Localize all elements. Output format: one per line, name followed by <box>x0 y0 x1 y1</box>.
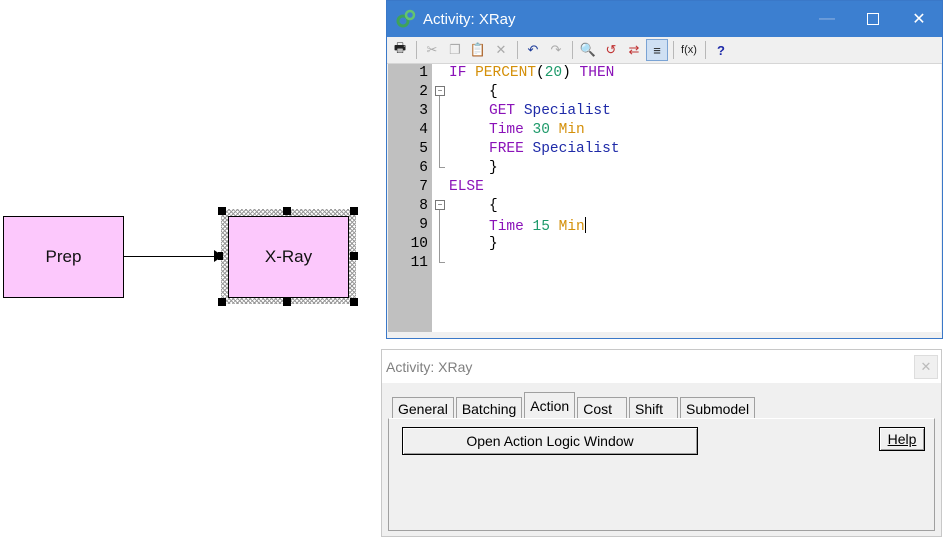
resize-handle-t[interactable] <box>283 207 291 215</box>
tab-action[interactable]: Action <box>524 392 576 419</box>
resize-handle-r[interactable] <box>350 252 358 260</box>
line-number: 7 <box>419 179 428 195</box>
line-number: 1 <box>419 65 428 81</box>
resize-handle-tr[interactable] <box>350 207 358 215</box>
block-xray-label: X-Ray <box>264 247 313 266</box>
maximize-button[interactable] <box>850 1 896 37</box>
activity-dialog: Activity: XRay ✕ General Batching Action… <box>381 349 942 537</box>
redo-icon[interactable]: ↷ <box>545 39 567 61</box>
undo-icon[interactable]: ↶ <box>522 39 544 61</box>
logic-editor-window: Activity: XRay — ✕ 🖶 ✂ ❐ 📋 ✕ ↶ ↷ 🔍 ↺ ⇄ ≡… <box>386 0 943 339</box>
help-button-label: Help <box>887 431 917 447</box>
block-prep[interactable]: Prep <box>3 216 124 298</box>
open-action-logic-button[interactable]: Open Action Logic Window <box>402 427 698 455</box>
tab-general[interactable]: General <box>392 397 454 419</box>
toolbar-separator <box>416 41 417 59</box>
tab-shift[interactable]: Shift <box>629 397 679 419</box>
connector-line[interactable] <box>124 256 220 257</box>
action-tab-panel: Open Action Logic Window Help <box>388 418 935 531</box>
tab-batching[interactable]: Batching <box>455 397 523 419</box>
editor-toolbar: 🖶 ✂ ❐ 📋 ✕ ↶ ↷ 🔍 ↺ ⇄ ≡ f(x) ? <box>387 37 942 64</box>
line-number: 8 <box>419 198 428 214</box>
block-prep-label: Prep <box>45 247 82 266</box>
help-button[interactable]: Help <box>879 427 925 451</box>
line-number: 9 <box>419 217 428 233</box>
code-line-4: Time 30 Min <box>489 122 585 138</box>
code-line-1: IF PERCENT(20) THEN <box>449 65 615 81</box>
replace-icon[interactable]: ↺ <box>600 39 622 61</box>
line-number: 6 <box>419 160 428 176</box>
minimize-button[interactable]: — <box>804 1 850 37</box>
toolbar-separator <box>572 41 573 59</box>
resize-handle-l[interactable] <box>218 252 223 260</box>
fold-guide-end <box>439 167 445 168</box>
find-icon[interactable]: 🔍 <box>577 39 599 61</box>
code-line-7: ELSE <box>449 179 484 195</box>
toolbar-separator <box>705 41 706 59</box>
code-line-8: { <box>489 198 498 214</box>
copy-icon[interactable]: ❐ <box>444 39 466 61</box>
line-number: 2 <box>419 84 428 100</box>
fold-guide <box>439 96 440 167</box>
tab-strip: General Batching Action Cost Shift Submo… <box>392 392 757 419</box>
dialog-title-bar[interactable]: Activity: XRay ✕ <box>382 350 941 383</box>
window-title: Activity: XRay <box>423 10 516 28</box>
fold-guide-end <box>439 262 445 263</box>
cut-icon[interactable]: ✂ <box>421 39 443 61</box>
tab-submodel[interactable]: Submodel <box>680 397 756 419</box>
code-line-6: } <box>489 160 498 176</box>
code-line-5: FREE Specialist <box>489 141 620 157</box>
help-icon[interactable]: ? <box>710 39 732 61</box>
resize-handle-tl[interactable] <box>218 207 226 215</box>
tab-cost[interactable]: Cost <box>577 397 628 419</box>
dialog-close-button[interactable]: ✕ <box>914 354 938 379</box>
fold-collapse-icon[interactable]: − <box>435 86 445 96</box>
resize-handle-b[interactable] <box>283 298 291 306</box>
maximize-icon <box>867 13 879 25</box>
print-icon[interactable]: 🖶 <box>389 39 411 61</box>
toggle-icon[interactable]: ⇄ <box>623 39 645 61</box>
close-button[interactable]: ✕ <box>896 1 942 37</box>
code-line-9: Time 15 Min <box>489 217 586 235</box>
delete-icon[interactable]: ✕ <box>490 39 512 61</box>
code-line-2: { <box>489 84 498 100</box>
format-icon[interactable]: ≡ <box>646 39 668 61</box>
toolbar-separator <box>673 41 674 59</box>
resize-handle-bl[interactable] <box>218 298 226 306</box>
function-icon[interactable]: f(x) <box>678 39 700 61</box>
title-bar[interactable]: Activity: XRay — ✕ <box>387 1 942 37</box>
line-number: 3 <box>419 103 428 119</box>
paste-icon[interactable]: 📋 <box>467 39 489 61</box>
app-gear-icon <box>396 9 416 28</box>
line-number: 10 <box>410 236 428 252</box>
resize-handle-br[interactable] <box>350 298 358 306</box>
fold-guide <box>439 210 440 262</box>
fold-collapse-icon[interactable]: − <box>435 200 445 210</box>
line-number: 11 <box>410 255 428 271</box>
toolbar-separator <box>517 41 518 59</box>
line-number: 5 <box>419 141 428 157</box>
block-xray[interactable]: X-Ray <box>228 216 349 298</box>
line-number: 4 <box>419 122 428 138</box>
text-caret <box>584 217 586 233</box>
code-line-3: GET Specialist <box>489 103 611 119</box>
code-editor[interactable]: 1 2 3 4 5 6 7 8 9 10 11 − − IF PERCENT(2… <box>388 64 941 332</box>
code-line-10: } <box>489 236 498 252</box>
dialog-title: Activity: XRay <box>386 358 473 375</box>
